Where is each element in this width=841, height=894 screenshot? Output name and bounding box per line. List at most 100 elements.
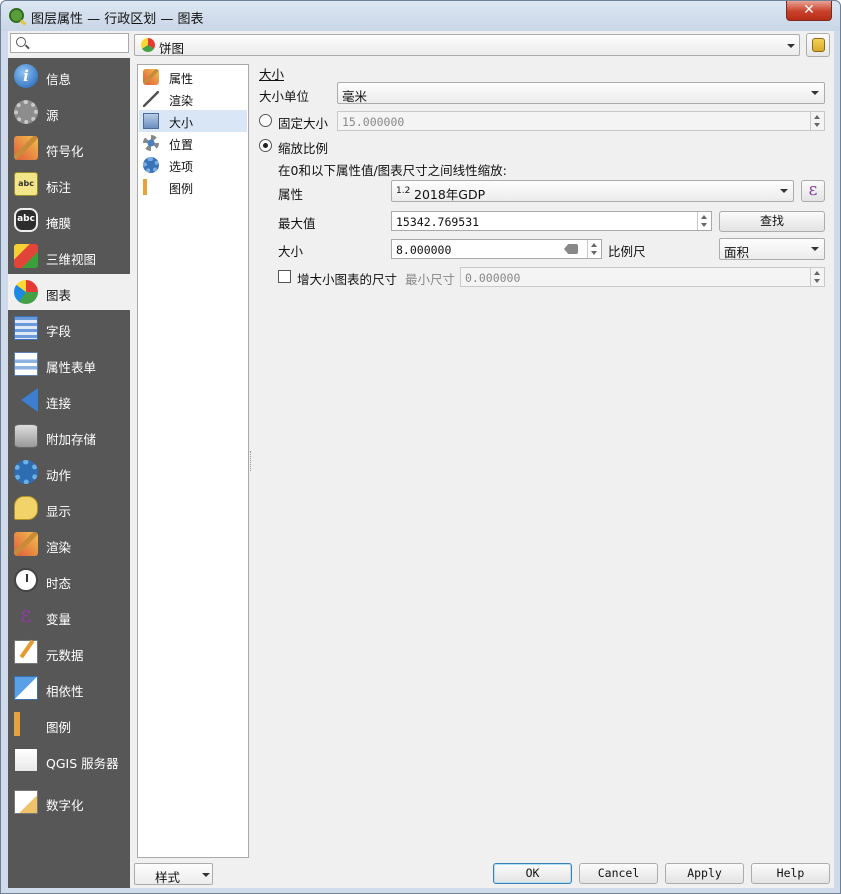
- sidebar-item-labels[interactable]: abc 标注: [8, 166, 130, 202]
- joins-icon: [21, 388, 38, 412]
- actions-icon: [14, 460, 38, 484]
- size-icon: [143, 113, 159, 129]
- size-value: 8.000000: [396, 243, 452, 257]
- fixed-size-field[interactable]: 15.000000: [337, 111, 825, 131]
- chevron-down-icon: [787, 44, 795, 48]
- source-icon: [14, 100, 38, 124]
- sidebar-item-temporal[interactable]: 时态: [8, 562, 130, 598]
- diagram-style-button[interactable]: [806, 33, 830, 57]
- style-menu-button[interactable]: 样式: [134, 863, 213, 885]
- fixed-size-label: 固定大小: [278, 116, 329, 131]
- diagram-type-select[interactable]: 饼图: [134, 34, 800, 56]
- sidebar-item-dependencies[interactable]: 相依性: [8, 670, 130, 706]
- sidebar-item-3d-view[interactable]: 三维视图: [8, 238, 130, 274]
- sidebar-item-actions[interactable]: 动作: [8, 454, 130, 490]
- max-value: 15342.769531: [396, 215, 480, 229]
- sidebar-item-variables[interactable]: ε 变量: [8, 598, 130, 634]
- tab-options[interactable]: 选项: [139, 154, 247, 176]
- size-label: 大小: [278, 244, 304, 259]
- sidebar-item-symbology[interactable]: 符号化: [8, 130, 130, 166]
- attributes-icon: [143, 69, 159, 85]
- tab-attributes[interactable]: 属性: [139, 66, 247, 88]
- spin-buttons[interactable]: [587, 240, 601, 258]
- cancel-button[interactable]: Cancel: [579, 863, 658, 884]
- help-button[interactable]: Help: [751, 863, 830, 884]
- max-value-field[interactable]: 15342.769531: [391, 211, 712, 231]
- 3d-view-icon: [14, 244, 38, 268]
- close-button[interactable]: ✕: [786, 1, 832, 21]
- scale-by-label: 比例尺: [608, 244, 646, 259]
- sidebar-item-rendering[interactable]: 渲染: [8, 526, 130, 562]
- diagram-settings-list: 属性 渲染 大小 位置 选项 图例: [137, 64, 249, 858]
- tab-legend[interactable]: 图例: [139, 176, 247, 198]
- min-size-field[interactable]: 0.000000: [460, 267, 825, 287]
- search-icon: [16, 37, 26, 47]
- find-button[interactable]: 查找: [719, 211, 825, 232]
- layer-properties-window: 图层属性 — 行政区划 — 图表 ✕ i 信息 源 符号化 abc 标注 abc 掩膜…: [0, 0, 841, 894]
- sidebar-item-metadata[interactable]: 元数据: [8, 634, 130, 670]
- metadata-icon: [14, 640, 38, 664]
- sidebar-item-mask[interactable]: abc 掩膜: [8, 202, 130, 238]
- numeric-field-icon: 1.2: [396, 186, 411, 196]
- digitizing-icon: [14, 790, 38, 814]
- tab-rendering[interactable]: 渲染: [139, 88, 247, 110]
- attribute-field-select[interactable]: 1.2 2018年GDP: [391, 180, 794, 202]
- sidebar-item-digitizing[interactable]: 数字化: [8, 784, 130, 820]
- sidebar-item-qgis-server[interactable]: QGIS 服务器: [8, 742, 130, 778]
- fixed-size-radio[interactable]: [259, 114, 272, 127]
- dialog-body: i 信息 源 符号化 abc 标注 abc 掩膜 三维视图 图表 字段 属性表单 连接…: [8, 31, 834, 888]
- tab-placement[interactable]: 位置: [139, 132, 247, 154]
- scale-method-value: 面积: [724, 245, 750, 260]
- clear-icon[interactable]: [564, 244, 578, 254]
- sidebar-item-auxiliary-storage[interactable]: 附加存储: [8, 418, 130, 454]
- legend-icon: [143, 179, 159, 195]
- auxiliary-storage-icon: [14, 424, 38, 448]
- spin-buttons[interactable]: [697, 212, 711, 230]
- scale-method-select[interactable]: 面积: [719, 238, 825, 260]
- sidebar-item-fields[interactable]: 字段: [8, 310, 130, 346]
- spin-buttons[interactable]: [810, 268, 824, 286]
- sidebar-nav: i 信息 源 符号化 abc 标注 abc 掩膜 三维视图 图表 字段 属性表单 连接…: [8, 58, 130, 888]
- fixed-size-value: 15.000000: [342, 115, 405, 129]
- increase-small-label: 增大小图表的尺寸: [297, 272, 398, 287]
- title-bar: 图层属性 — 行政区划 — 图表 ✕: [1, 1, 840, 31]
- size-unit-select[interactable]: 毫米: [337, 82, 825, 104]
- scaled-size-radio[interactable]: [259, 139, 272, 152]
- render-icon: [143, 91, 159, 107]
- dependencies-icon: [14, 676, 38, 700]
- expression-button[interactable]: ε: [801, 180, 825, 202]
- attribute-field-value: 2018年GDP: [414, 187, 486, 202]
- mask-icon: abc: [14, 208, 38, 232]
- sidebar-item-joins[interactable]: 连接: [8, 382, 130, 418]
- sidebar-item-attribute-form[interactable]: 属性表单: [8, 346, 130, 382]
- diagram-icon: [14, 280, 38, 304]
- min-size-label: 最小尺寸: [405, 272, 456, 287]
- sidebar-item-display[interactable]: 显示: [8, 490, 130, 526]
- search-input[interactable]: [10, 33, 129, 53]
- size-unit-label: 大小单位: [259, 89, 310, 104]
- fields-icon: [14, 316, 38, 340]
- options-icon: [143, 157, 159, 173]
- size-unit-value: 毫米: [342, 89, 368, 104]
- labels-icon: abc: [14, 172, 38, 196]
- apply-button[interactable]: Apply: [665, 863, 744, 884]
- temporal-icon: [14, 568, 38, 592]
- spin-buttons[interactable]: [810, 112, 824, 130]
- sidebar-item-source[interactable]: 源: [8, 94, 130, 130]
- increase-small-checkbox[interactable]: [278, 270, 291, 283]
- sidebar-item-info[interactable]: i 信息: [8, 58, 130, 94]
- chevron-down-icon: [811, 247, 819, 251]
- min-size-value: 0.000000: [465, 271, 521, 285]
- display-icon: [14, 496, 38, 520]
- scaled-size-label: 缩放比例: [278, 141, 329, 156]
- ok-button[interactable]: OK: [493, 863, 572, 884]
- splitter-handle[interactable]: [250, 451, 253, 471]
- chevron-down-icon: [811, 91, 819, 95]
- sidebar-item-legend[interactable]: 图例: [8, 706, 130, 742]
- pie-chart-icon: [141, 38, 155, 52]
- tab-size[interactable]: 大小: [139, 110, 247, 132]
- size-field[interactable]: 8.000000: [391, 239, 602, 259]
- placement-icon: [143, 135, 159, 151]
- qgis-server-icon: [14, 748, 38, 772]
- sidebar-item-diagrams[interactable]: 图表: [8, 274, 130, 310]
